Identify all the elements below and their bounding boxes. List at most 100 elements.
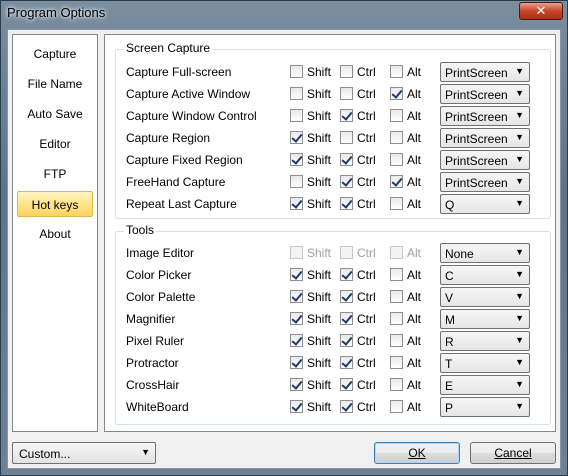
- protractor-key-dropdown[interactable]: T ▼: [440, 353, 530, 373]
- ctrl-label: Ctrl: [357, 153, 376, 167]
- hotkey-row-label: Pixel Ruler: [126, 334, 185, 348]
- options-nav-list: Capture File Name Auto Save Editor FTP Hot ke…: [12, 34, 98, 432]
- key-dropdown-value: PrintScreen: [445, 176, 508, 190]
- capture-fixed-region-key-dropdown[interactable]: PrintScreen ▼: [440, 150, 530, 170]
- crosshair-key-dropdown[interactable]: E ▼: [440, 375, 530, 395]
- key-dropdown-value: M: [445, 313, 455, 327]
- hotkey-row-crosshair: CrossHair Shift Ctrl Alt E ▼: [116, 374, 552, 396]
- nav-item-auto-save[interactable]: Auto Save: [17, 101, 93, 127]
- checkmark-icon: [290, 153, 303, 166]
- checkbox-box: [390, 131, 403, 144]
- ctrl-label: Ctrl: [357, 378, 376, 392]
- program-options-window: Program Options ✕ Capture File Name Auto S…: [0, 0, 568, 476]
- capture-window-control-key-dropdown[interactable]: PrintScreen ▼: [440, 106, 530, 126]
- hotkey-row-label: Magnifier: [126, 312, 176, 326]
- dialog-body: Capture File Name Auto Save Editor FTP Hot ke…: [7, 29, 561, 469]
- hotkey-row-label: Capture Window Control: [126, 109, 257, 123]
- hotkey-row-label: CrossHair: [126, 378, 180, 392]
- hotkey-row-pixel-ruler: Pixel Ruler Shift Ctrl Alt R ▼: [116, 330, 552, 352]
- nav-item-capture[interactable]: Capture: [17, 41, 93, 67]
- checkmark-icon: [340, 109, 353, 122]
- shift-label: Shift: [307, 87, 332, 101]
- checkmark-icon: [340, 268, 353, 281]
- shift-label: Shift: [307, 290, 332, 304]
- close-button[interactable]: ✕: [519, 2, 563, 20]
- magnifier-key-dropdown[interactable]: M ▼: [440, 309, 530, 329]
- checkmark-icon: [390, 87, 403, 100]
- color-picker-key-dropdown[interactable]: C ▼: [440, 265, 530, 285]
- nav-item-editor[interactable]: Editor: [17, 131, 93, 157]
- chevron-down-icon: ▼: [515, 176, 524, 186]
- ctrl-label: Ctrl: [357, 312, 376, 326]
- checkbox-box: [390, 197, 403, 210]
- preset-dropdown[interactable]: Custom... ▼: [12, 442, 156, 464]
- chevron-down-icon: ▼: [515, 132, 524, 142]
- hotkey-row-capture-active-window: Capture Active Window Shift Ctrl Alt PrintSc…: [116, 83, 552, 105]
- cancel-button-label: Cancel: [494, 446, 532, 460]
- chevron-down-icon: ▼: [515, 88, 524, 98]
- image-editor-key-dropdown[interactable]: None ▼: [440, 243, 530, 263]
- nav-item-about[interactable]: About: [17, 221, 93, 247]
- chevron-down-icon: ▼: [515, 66, 524, 76]
- nav-item-label: About: [39, 227, 71, 241]
- checkbox-box: [390, 312, 403, 325]
- cancel-button[interactable]: Cancel: [470, 442, 556, 464]
- ok-button[interactable]: OK: [374, 442, 460, 464]
- checkmark-icon: [340, 153, 353, 166]
- chevron-down-icon: ▼: [515, 313, 524, 323]
- checkmark-icon: [290, 197, 303, 210]
- shift-label: Shift: [307, 312, 332, 326]
- key-dropdown-value: None: [445, 247, 474, 261]
- key-dropdown-value: PrintScreen: [445, 110, 508, 124]
- key-dropdown-value: P: [445, 401, 454, 415]
- hotkey-row-label: Capture Fixed Region: [126, 153, 243, 167]
- checkmark-icon: [290, 290, 303, 303]
- alt-label: Alt: [407, 268, 422, 282]
- alt-label: Alt: [407, 246, 422, 260]
- checkmark-icon: [290, 400, 303, 413]
- whiteboard-key-dropdown[interactable]: P ▼: [440, 397, 530, 417]
- checkmark-icon: [340, 197, 353, 210]
- repeat-last-capture-key-dropdown[interactable]: Q ▼: [440, 194, 530, 214]
- chevron-down-icon: ▼: [515, 357, 524, 367]
- freehand-capture-key-dropdown[interactable]: PrintScreen ▼: [440, 172, 530, 192]
- checkmark-icon: [340, 312, 353, 325]
- nav-item-label: Capture: [33, 47, 77, 61]
- key-dropdown-value: PrintScreen: [445, 88, 508, 102]
- pixel-ruler-key-dropdown[interactable]: R ▼: [440, 331, 530, 351]
- title-bar[interactable]: Program Options ✕: [1, 1, 567, 27]
- capture-active-window-key-dropdown[interactable]: PrintScreen ▼: [440, 84, 530, 104]
- chevron-down-icon: ▼: [515, 401, 524, 411]
- nav-item-file-name[interactable]: File Name: [17, 71, 93, 97]
- alt-label: Alt: [407, 400, 422, 414]
- checkbox-box: [390, 153, 403, 166]
- nav-item-hot-keys[interactable]: Hot keys: [17, 191, 93, 217]
- checkmark-icon: [340, 175, 353, 188]
- key-dropdown-value: E: [445, 379, 454, 393]
- color-palette-key-dropdown[interactable]: V ▼: [440, 287, 530, 307]
- shift-label: Shift: [307, 334, 332, 348]
- checkbox-box: [390, 109, 403, 122]
- shift-label: Shift: [307, 400, 332, 414]
- alt-label: Alt: [407, 109, 422, 123]
- window-title: Program Options: [7, 5, 106, 20]
- hotkey-row-freehand-capture: FreeHand Capture Shift Ctrl Alt PrintScreen ▼: [116, 171, 552, 193]
- checkmark-icon: [290, 312, 303, 325]
- hotkey-row-protractor: Protractor Shift Ctrl Alt T ▼: [116, 352, 552, 374]
- capture-region-key-dropdown[interactable]: PrintScreen ▼: [440, 128, 530, 148]
- key-dropdown-value: Q: [445, 198, 455, 212]
- shift-label: Shift: [307, 197, 332, 211]
- checkbox-box: [340, 65, 353, 78]
- alt-label: Alt: [407, 334, 422, 348]
- checkbox-box: [390, 334, 403, 347]
- alt-label: Alt: [407, 65, 422, 79]
- checkmark-icon: [340, 290, 353, 303]
- checkbox-box: [340, 87, 353, 100]
- capture-full-screen-key-dropdown[interactable]: PrintScreen ▼: [440, 62, 530, 82]
- hotkey-row-label: Protractor: [126, 356, 179, 370]
- screen-capture-group: Screen Capture Capture Full-screen Shift C…: [115, 41, 552, 219]
- checkbox-box: [390, 268, 403, 281]
- chevron-down-icon: ▼: [515, 198, 524, 208]
- nav-item-ftp[interactable]: FTP: [17, 161, 93, 187]
- hotkey-row-color-picker: Color Picker Shift Ctrl Alt C ▼: [116, 264, 552, 286]
